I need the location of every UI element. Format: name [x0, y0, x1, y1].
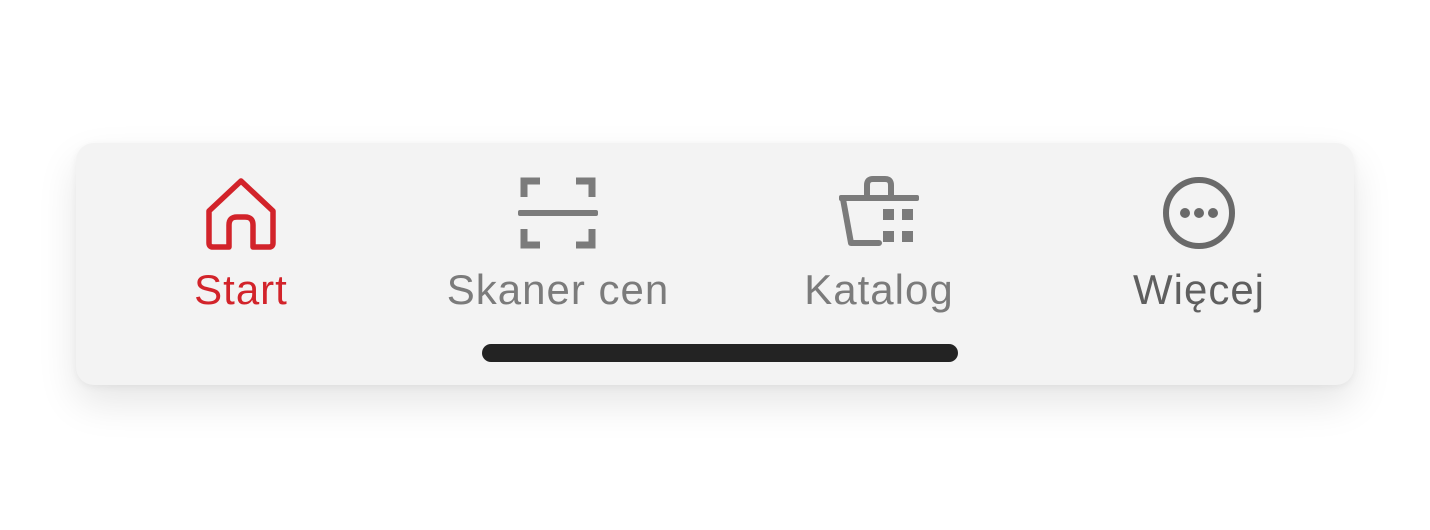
tab-more[interactable]: Więcej — [1049, 143, 1349, 333]
home-icon — [206, 178, 276, 250]
home-indicator — [482, 344, 958, 362]
bottom-tab-bar: Start Skaner cen Katalog Więcej — [76, 143, 1354, 385]
basket-icon — [839, 176, 919, 246]
tab-catalog-label: Katalog — [804, 266, 954, 313]
tab-catalog[interactable]: Katalog — [729, 143, 1029, 333]
tab-price-scanner[interactable]: Skaner cen — [408, 143, 708, 333]
scanner-icon — [518, 177, 598, 249]
tab-more-label: Więcej — [1132, 266, 1266, 313]
tab-start-label: Start — [194, 266, 288, 313]
more-icon — [1163, 177, 1235, 249]
tab-start[interactable]: Start — [91, 143, 391, 333]
tab-price-scanner-label: Skaner cen — [446, 266, 670, 313]
